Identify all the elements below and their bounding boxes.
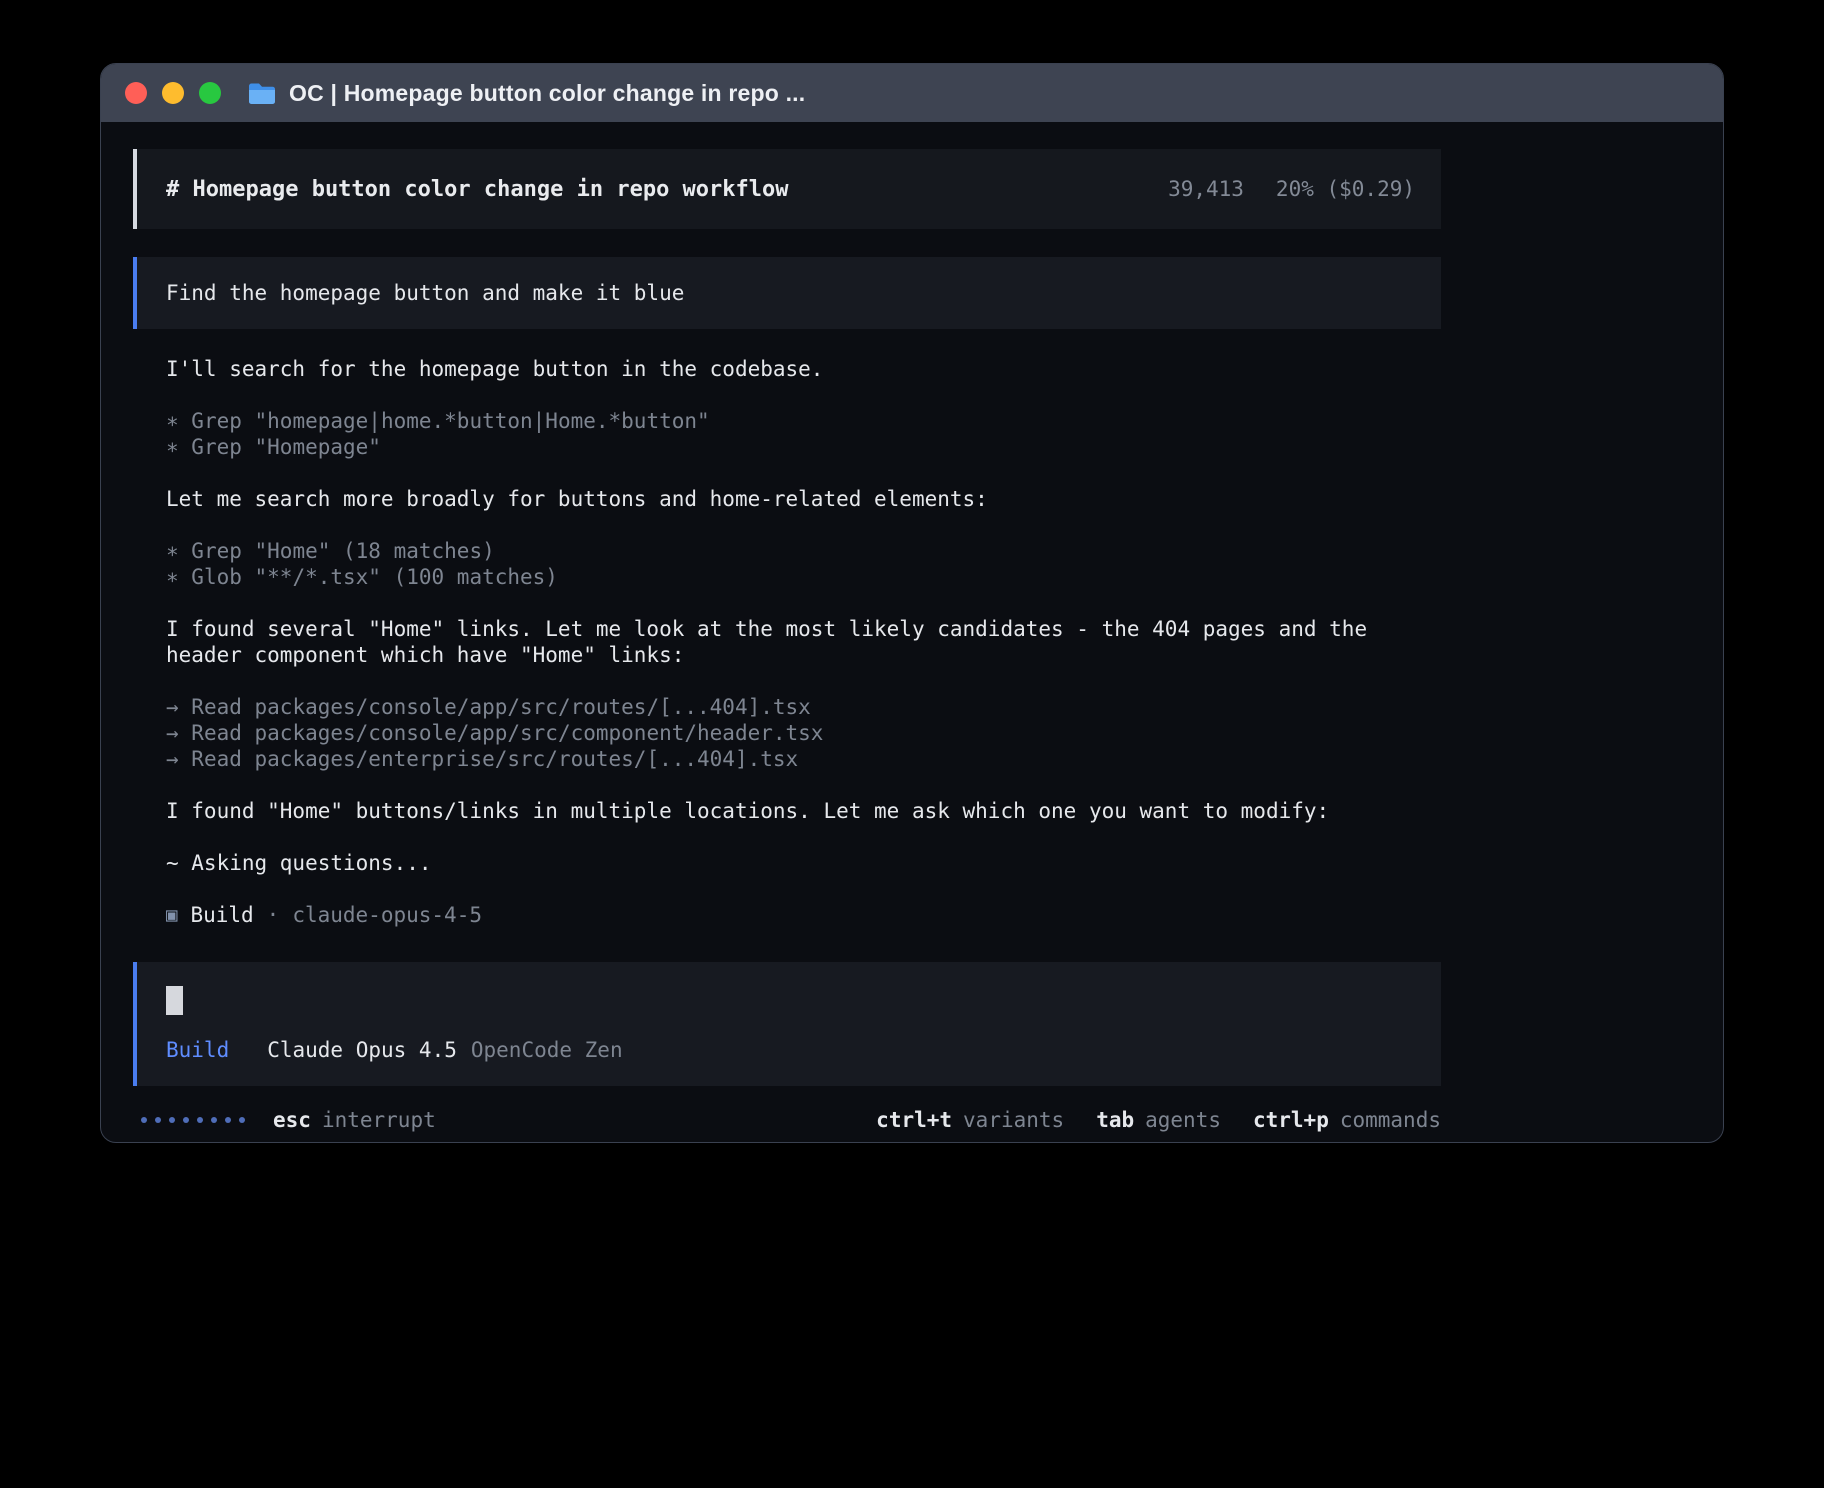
tool-asterisk-icon: ∗: [166, 409, 191, 433]
line-text: I found several "Home" links. Let me loo…: [166, 617, 1367, 667]
spacer: [166, 590, 1433, 616]
tool-call-line: ∗ Grep "Home" (18 matches): [166, 538, 1433, 564]
line-text: Glob "**/*.tsx" (100 matches): [191, 565, 558, 589]
user-message: Find the homepage button and make it blu…: [133, 257, 1441, 329]
provider-label: OpenCode Zen: [471, 1038, 623, 1062]
spacer: [166, 382, 1433, 408]
variants-label: variants: [963, 1108, 1064, 1132]
line-text: Grep "Homepage": [191, 435, 381, 459]
tool-asterisk-icon: ∗: [166, 539, 191, 563]
tool-call-line: → Read packages/enterprise/src/routes/[.…: [166, 746, 1433, 772]
read-arrow-icon: →: [166, 695, 191, 719]
terminal-window: OC | Homepage button color change in rep…: [100, 63, 1724, 1143]
spacer: [166, 824, 1433, 850]
spacer: [166, 876, 1433, 902]
user-message-text: Find the homepage button and make it blu…: [166, 281, 684, 305]
folder-icon: [247, 81, 277, 106]
window-controls: [125, 82, 221, 104]
agents-label: agents: [1145, 1108, 1221, 1132]
commands-hint: ctrl+p commands: [1253, 1108, 1441, 1132]
assistant-text-line: I found "Home" buttons/links in multiple…: [166, 798, 1433, 824]
spacer: [166, 460, 1433, 486]
text-cursor: [166, 986, 183, 1015]
line-text: ~ Asking questions...: [166, 851, 432, 875]
line-text: I'll search for the homepage button in t…: [166, 357, 823, 381]
read-arrow-icon: →: [166, 721, 191, 745]
input-meta: Build Claude Opus 4.5 OpenCode Zen: [166, 1038, 1441, 1062]
agent-mode-label: Build: [166, 1038, 229, 1062]
session-header: # Homepage button color change in repo w…: [133, 149, 1441, 229]
status-left: esc interrupt: [141, 1108, 436, 1132]
line-text: Read packages/console/app/src/component/…: [191, 721, 823, 745]
token-count: 39,413: [1168, 177, 1244, 201]
commands-label: commands: [1340, 1108, 1441, 1132]
zoom-button[interactable]: [199, 82, 221, 104]
agent-status-line: ▣ Build · claude-opus-4-5: [166, 902, 1433, 928]
agent-model: claude-opus-4-5: [292, 902, 482, 928]
spinner-dots-icon: [141, 1117, 245, 1123]
prompt-input[interactable]: Build Claude Opus 4.5 OpenCode Zen: [133, 962, 1441, 1086]
line-text: Let me search more broadly for buttons a…: [166, 487, 988, 511]
assistant-text-line: I'll search for the homepage button in t…: [166, 356, 1433, 382]
agents-hint: tab agents: [1096, 1108, 1221, 1132]
tool-asterisk-icon: ∗: [166, 565, 191, 589]
tab-key-hint: tab: [1096, 1108, 1134, 1132]
read-arrow-icon: →: [166, 747, 191, 771]
tool-call-line: ∗ Grep "Homepage": [166, 434, 1433, 460]
session-meta: 39,413 20% ($0.29): [1168, 177, 1415, 201]
line-text: Read packages/console/app/src/routes/[..…: [191, 695, 811, 719]
line-text: Grep "Home" (18 matches): [191, 539, 494, 563]
ctrl-p-key-hint: ctrl+p: [1253, 1108, 1329, 1132]
model-label: Claude Opus 4.5: [267, 1038, 457, 1062]
close-button[interactable]: [125, 82, 147, 104]
esc-key-hint: esc: [273, 1108, 311, 1132]
transcript: I'll search for the homepage button in t…: [133, 356, 1433, 928]
context-cost: 20% ($0.29): [1276, 177, 1415, 201]
line-text: I found "Home" buttons/links in multiple…: [166, 799, 1329, 823]
spacer: [166, 772, 1433, 798]
assistant-text-line: ~ Asking questions...: [166, 850, 1433, 876]
titlebar[interactable]: OC | Homepage button color change in rep…: [101, 64, 1723, 122]
status-right: ctrl+t variants tab agents ctrl+p comman…: [876, 1108, 1441, 1132]
terminal-content: # Homepage button color change in repo w…: [101, 122, 1723, 1132]
tool-call-line: ∗ Glob "**/*.tsx" (100 matches): [166, 564, 1433, 590]
variants-hint: ctrl+t variants: [876, 1108, 1064, 1132]
ctrl-t-key-hint: ctrl+t: [876, 1108, 952, 1132]
spacer: [166, 668, 1433, 694]
line-text: Read packages/enterprise/src/routes/[...…: [191, 747, 798, 771]
spacer: [166, 512, 1433, 538]
assistant-text-line: I found several "Home" links. Let me loo…: [166, 616, 1433, 668]
separator-dot: ·: [267, 902, 280, 928]
tool-call-line: ∗ Grep "homepage|home.*button|Home.*butt…: [166, 408, 1433, 434]
window-title: OC | Homepage button color change in rep…: [289, 80, 805, 107]
line-text: Grep "homepage|home.*button|Home.*button…: [191, 409, 709, 433]
tool-call-line: → Read packages/console/app/src/routes/[…: [166, 694, 1433, 720]
status-bar: esc interrupt ctrl+t variants tab agents…: [133, 1108, 1441, 1132]
minimize-button[interactable]: [162, 82, 184, 104]
assistant-text-line: Let me search more broadly for buttons a…: [166, 486, 1433, 512]
agent-square-icon: ▣: [166, 902, 177, 928]
tool-call-line: → Read packages/console/app/src/componen…: [166, 720, 1433, 746]
agent-name: Build: [190, 902, 253, 928]
interrupt-label: interrupt: [322, 1108, 436, 1132]
session-title: # Homepage button color change in repo w…: [166, 177, 789, 202]
tool-asterisk-icon: ∗: [166, 435, 191, 459]
